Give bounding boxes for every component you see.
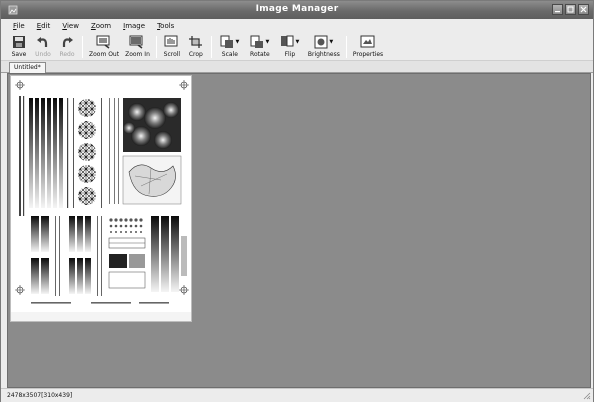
brightness-label: Brightness — [307, 51, 340, 58]
menu-tools-rest: ools — [160, 22, 175, 30]
undo-arrow-icon — [37, 36, 48, 47]
properties-button[interactable]: Properties — [350, 33, 386, 60]
rotate-button[interactable]: ▼ Rotate — [245, 33, 275, 60]
maximize-icon — [567, 6, 574, 13]
rotate-dropdown-caret[interactable]: ▼ — [265, 39, 269, 45]
toolbar-separator — [155, 36, 157, 58]
zoom-in-icon — [129, 35, 143, 49]
scale-dropdown-caret[interactable]: ▼ — [235, 39, 239, 45]
image-canvas[interactable] — [7, 73, 591, 388]
menu-edit-rest: dit — [41, 22, 51, 30]
rotate-label: Rotate — [250, 51, 270, 58]
brightness-dropdown-caret[interactable]: ▼ — [329, 39, 333, 45]
minimize-button[interactable] — [552, 4, 563, 15]
document-tab-bar: Untitled* — [1, 61, 593, 73]
close-button[interactable] — [578, 4, 589, 15]
menu-edit[interactable]: Edit — [31, 19, 57, 33]
resize-grip-icon[interactable] — [583, 392, 591, 400]
scroll-label: Scroll — [163, 51, 181, 58]
scale-icon — [220, 35, 234, 48]
properties-label: Properties — [352, 51, 384, 58]
window-title: Image Manager — [255, 4, 339, 14]
toolbar-separator — [82, 36, 83, 58]
redo-label: Redo — [59, 51, 75, 58]
status-bar: 2478x3507[310x439] — [1, 388, 593, 402]
close-icon — [580, 6, 587, 13]
test-page-image — [11, 76, 191, 321]
zoom-out-button[interactable]: Zoom Out — [86, 33, 122, 60]
toolbar-separator — [345, 36, 347, 58]
save-label: Save — [11, 51, 27, 58]
undo-label: Undo — [35, 51, 51, 58]
toolbar-separator — [210, 36, 212, 58]
maximize-button[interactable] — [565, 4, 576, 15]
menu-view[interactable]: View — [56, 19, 85, 33]
scale-label: Scale — [221, 51, 238, 58]
menu-image[interactable]: Image — [117, 19, 151, 33]
menu-file[interactable]: File — [7, 19, 31, 33]
tab-untitled[interactable]: Untitled* — [9, 62, 46, 73]
crop-label: Crop — [188, 51, 203, 58]
image-manager-window: Image Manager File Edit View Zoom Image … — [0, 0, 594, 402]
title-bar[interactable]: Image Manager — [1, 1, 593, 19]
properties-icon — [360, 35, 375, 47]
scale-button[interactable]: ▼ Scale — [215, 33, 245, 60]
image-size-status: 2478x3507[310x439] — [7, 392, 73, 399]
document-preview — [10, 75, 192, 322]
zoom-out-label: Zoom Out — [89, 51, 120, 58]
undo-button[interactable]: Undo — [31, 33, 55, 60]
brightness-button[interactable]: ▼ Brightness — [305, 33, 343, 60]
menu-zoom-rest: oom — [95, 22, 112, 30]
minimize-icon — [555, 11, 560, 13]
scroll-hand-icon — [164, 35, 178, 46]
scroll-button[interactable]: Scroll — [160, 33, 184, 60]
menu-image-rest: mage — [125, 22, 146, 30]
flip-button[interactable]: ▼ Flip — [275, 33, 305, 60]
toolbar: Save Undo Redo Zoom Out Zoom In Scroll C… — [1, 33, 593, 61]
save-button[interactable]: Save — [7, 33, 31, 60]
zoom-out-icon — [96, 35, 110, 49]
menu-view-rest: iew — [66, 22, 79, 30]
flip-dropdown-caret[interactable]: ▼ — [295, 39, 299, 45]
crop-button[interactable]: Crop — [184, 33, 208, 60]
menu-tools[interactable]: Tools — [151, 19, 180, 33]
menu-bar: File Edit View Zoom Image Tools — [1, 19, 593, 33]
menu-file-rest: ile — [16, 22, 25, 30]
flip-label: Flip — [284, 51, 296, 58]
flip-icon — [281, 35, 294, 46]
menu-zoom[interactable]: Zoom — [85, 19, 117, 33]
crop-icon — [188, 35, 202, 48]
redo-button[interactable]: Redo — [55, 33, 79, 60]
redo-arrow-icon — [62, 36, 73, 47]
zoom-in-label: Zoom In — [125, 51, 150, 58]
brightness-icon — [314, 35, 328, 48]
floppy-disk-icon — [13, 35, 25, 48]
zoom-in-button[interactable]: Zoom In — [122, 33, 153, 60]
rotate-icon — [250, 35, 264, 48]
